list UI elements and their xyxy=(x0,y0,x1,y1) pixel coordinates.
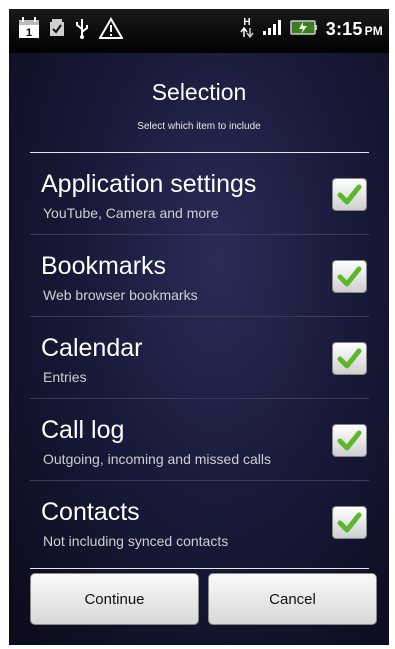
list-item-call-log[interactable]: Call log Outgoing, incoming and missed c… xyxy=(30,399,369,481)
checkbox[interactable] xyxy=(333,343,366,374)
item-description: Not including synced contacts xyxy=(43,533,229,549)
checkbox-notification-icon xyxy=(49,19,65,42)
usb-icon xyxy=(74,17,90,44)
selection-dialog: Selection Select which item to include A… xyxy=(9,53,389,645)
checkbox[interactable] xyxy=(333,261,366,292)
dialog-subtitle: Select which item to include xyxy=(137,121,261,132)
cancel-button[interactable]: Cancel xyxy=(208,573,377,625)
clock-ampm: PM xyxy=(364,24,383,38)
list-item-calendar[interactable]: Calendar Entries xyxy=(30,317,369,399)
item-description: Outgoing, incoming and missed calls xyxy=(43,451,272,467)
item-title: Contacts xyxy=(41,498,140,526)
checkbox[interactable] xyxy=(333,507,366,538)
notification-icons: 1 xyxy=(18,17,124,44)
dialog-title: Selection xyxy=(151,79,247,105)
svg-text:1: 1 xyxy=(26,27,32,39)
checkbox[interactable] xyxy=(333,425,366,456)
clock: 3:15 PM xyxy=(326,19,383,40)
item-description: Entries xyxy=(43,369,87,385)
system-icons: H 3:15 PM xyxy=(240,15,383,44)
checkbox[interactable] xyxy=(333,179,366,210)
list-item-bookmarks[interactable]: Bookmarks Web browser bookmarks xyxy=(30,235,369,317)
battery-icon xyxy=(290,18,318,41)
checkmark-icon xyxy=(337,266,362,287)
item-title: Call log xyxy=(41,416,125,444)
calendar-icon: 1 xyxy=(18,17,40,44)
checkmark-icon xyxy=(337,512,362,533)
device-screen: 1 H 3:15 PM Selection Select which item … xyxy=(9,9,389,645)
list-item-application-settings[interactable]: Application settings YouTube, Camera and… xyxy=(30,153,369,235)
item-description: YouTube, Camera and more xyxy=(43,205,219,221)
signal-icon xyxy=(262,19,282,40)
item-description: Web browser bookmarks xyxy=(43,287,198,303)
checkmark-icon xyxy=(337,430,362,451)
data-transfer-icon: H xyxy=(240,15,254,44)
svg-text:H: H xyxy=(243,17,250,28)
item-title: Application settings xyxy=(41,170,257,198)
checkmark-icon xyxy=(337,348,362,369)
checkmark-icon xyxy=(337,184,362,205)
button-divider xyxy=(30,568,369,569)
item-title: Bookmarks xyxy=(41,252,167,280)
clock-time: 3:15 xyxy=(325,19,363,39)
warning-icon xyxy=(98,17,124,44)
status-bar: 1 H 3:15 PM xyxy=(9,9,389,53)
continue-button[interactable]: Continue xyxy=(30,573,199,625)
list-item-contacts[interactable]: Contacts Not including synced contacts xyxy=(30,481,369,563)
item-title: Calendar xyxy=(41,334,143,362)
selection-list: Application settings YouTube, Camera and… xyxy=(30,153,369,563)
button-bar: Continue Cancel xyxy=(30,573,381,625)
